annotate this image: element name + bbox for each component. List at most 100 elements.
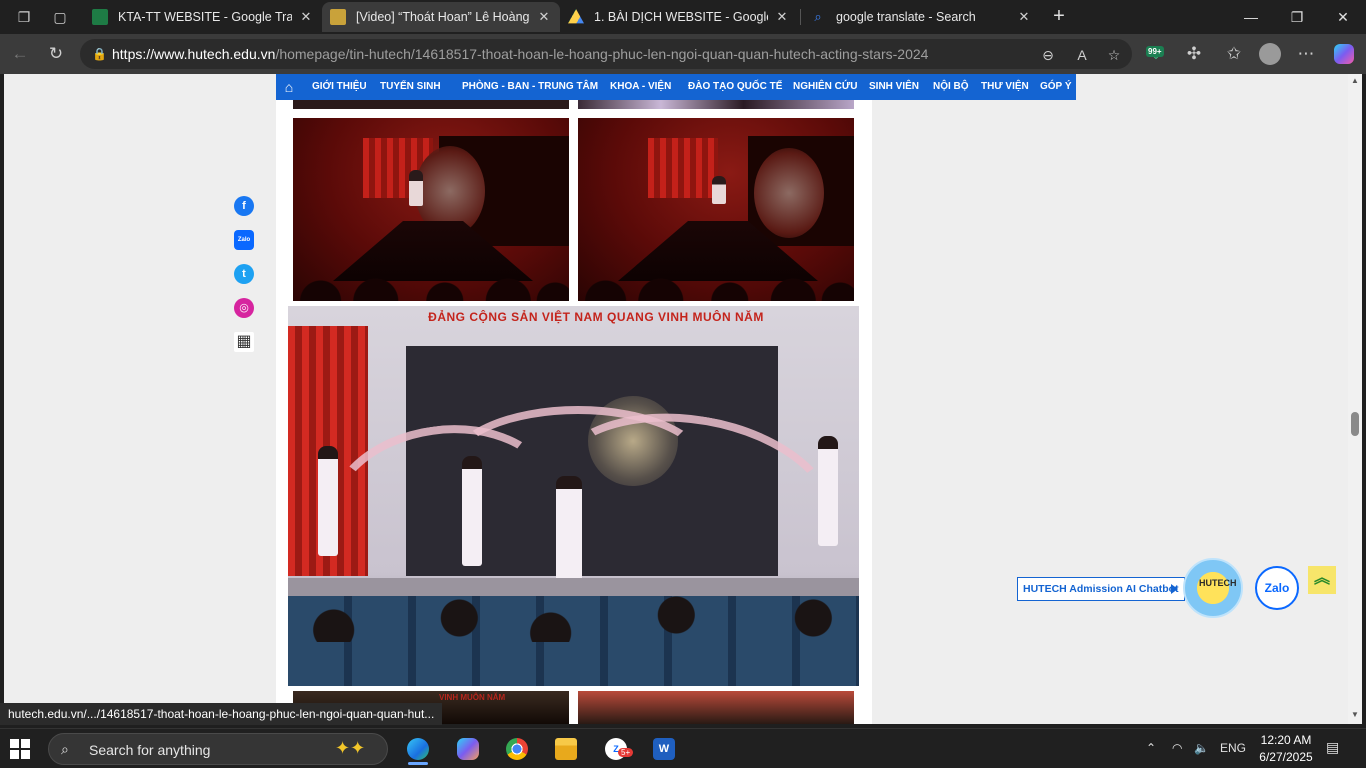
scroll-to-top-button[interactable]: ︽ <box>1308 566 1336 594</box>
profile-avatar-icon[interactable] <box>1256 40 1284 68</box>
scroll-up-arrow-icon[interactable]: ▲ <box>1350 76 1360 86</box>
page-scrollbar[interactable]: ▲ ▼ <box>1348 74 1362 724</box>
close-tab-icon[interactable]: ✕ <box>1016 9 1032 25</box>
nav-tuyen-sinh[interactable]: TUYỂN SINH <box>380 81 441 92</box>
input-language[interactable]: ENG <box>1220 741 1246 755</box>
copilot-taskbar-icon[interactable] <box>448 733 488 765</box>
volume-icon[interactable]: 🔈 <box>1194 741 1209 755</box>
nav-thu-vien[interactable]: THƯ VIỆN <box>981 81 1029 92</box>
zalo-share-icon[interactable]: Zalo <box>234 230 254 250</box>
nav-sinh-vien[interactable]: SINH VIÊN <box>869 81 919 92</box>
edge-taskbar-icon[interactable] <box>398 733 438 765</box>
close-window-button[interactable]: ✕ <box>1320 0 1366 34</box>
clock-date: 6/27/2025 <box>1259 750 1313 764</box>
nav-phong-ban-trung-tam[interactable]: PHÒNG - BAN - TRUNG TÂM <box>462 81 598 92</box>
nav-dao-tao-quoc-te[interactable]: ĐÀO TẠO QUỐC TẾ <box>688 81 782 92</box>
word-taskbar-icon[interactable]: W <box>644 733 684 765</box>
copilot-icon[interactable] <box>1330 40 1358 68</box>
site-main-nav: ⌂ GIỚI THIỆU TUYỂN SINH PHÒNG - BAN - TR… <box>276 74 1076 100</box>
wifi-icon[interactable]: ◠ <box>1172 741 1182 755</box>
photo-audience <box>293 267 569 301</box>
photo-dancer <box>462 456 482 566</box>
tab-kta-tt-website[interactable]: KTA-TT WEBSITE - Google Trang t ✕ <box>84 2 322 32</box>
article-photo-previous-right[interactable] <box>578 100 854 109</box>
tab-title: google translate - Search <box>836 10 976 24</box>
file-explorer-taskbar-icon[interactable] <box>546 733 586 765</box>
qr-code-icon[interactable]: ▦ <box>234 332 254 352</box>
tab-actions-icon[interactable]: ▢ <box>40 0 80 34</box>
photo-audience <box>578 267 854 301</box>
chrome-icon <box>506 738 528 760</box>
folder-icon <box>555 738 577 760</box>
back-button[interactable]: ← <box>6 40 34 68</box>
nav-khoa-vien[interactable]: KHOA - VIỆN <box>610 81 671 92</box>
status-link-preview: hutech.edu.vn/.../14618517-thoat-hoan-le… <box>0 703 443 725</box>
scroll-down-arrow-icon[interactable]: ▼ <box>1350 710 1360 720</box>
sheets-favicon-icon <box>92 9 108 25</box>
search-placeholder: Search for anything <box>89 742 211 758</box>
photo-audience <box>288 582 859 642</box>
favorites-icon[interactable]: ✩ <box>1220 40 1248 68</box>
article-photo-previous-left[interactable] <box>293 100 569 109</box>
browser-toolbar: ← ↻ 🔒 https://www.hutech.edu.vn/homepage… <box>0 34 1366 74</box>
zalo-notification-badge: 5+ <box>618 748 634 757</box>
chatbot-label[interactable]: HUTECH Admission AI Chatbot <box>1017 577 1185 601</box>
refresh-button[interactable]: ↻ <box>42 40 70 68</box>
zalo-taskbar-icon[interactable]: Z 5+ <box>596 733 636 765</box>
taskbar-clock[interactable]: 12:20 AM 6/27/2025 <box>1254 732 1318 766</box>
tab-video-thoat-hoan[interactable]: [Video] “Thoát Hoan” Lê Hoàng P ✕ <box>322 2 560 32</box>
restore-button[interactable]: ❐ <box>1274 0 1320 34</box>
tab-bai-dich-website[interactable]: 1. BÀI DỊCH WEBSITE - Google Dr ✕ <box>560 2 798 32</box>
article-photo-red-stage-1[interactable] <box>293 118 569 301</box>
zalo-chat-button[interactable]: Zalo <box>1255 566 1299 610</box>
tab-title: 1. BÀI DỊCH WEBSITE - Google Dr <box>594 10 768 24</box>
home-icon[interactable]: ⌂ <box>276 74 302 100</box>
more-menu-icon[interactable]: ⋯ <box>1292 40 1320 68</box>
tab-title: KTA-TT WEBSITE - Google Trang t <box>118 10 292 24</box>
edge-icon <box>407 738 429 760</box>
close-tab-icon[interactable]: ✕ <box>774 9 790 25</box>
tab-title: [Video] “Thoát Hoan” Lê Hoàng P <box>356 10 530 24</box>
chatbot-avatar-button[interactable]: HUTECH <box>1183 558 1243 618</box>
minimize-button[interactable]: — <box>1228 0 1274 34</box>
close-tab-icon[interactable]: ✕ <box>536 9 552 25</box>
copilot-app-icon <box>457 738 479 760</box>
photo-banner-text: VINH MUÔN NĂM <box>439 693 506 702</box>
photo-dancer <box>318 446 338 556</box>
facebook-share-icon[interactable]: f <box>234 196 254 216</box>
close-tab-icon[interactable]: ✕ <box>298 9 314 25</box>
photo-curtain <box>648 138 718 198</box>
article-photo-next-right[interactable] <box>578 691 854 724</box>
article-photo-silk-dance[interactable]: ĐẢNG CỘNG SẢN VIỆT NAM QUANG VINH MUÔN N… <box>288 306 859 686</box>
chatbot-face: HUTECH <box>1199 578 1237 588</box>
article-photo-red-stage-2[interactable] <box>578 118 854 301</box>
tray-overflow-chevron-icon[interactable]: ⌃ <box>1146 741 1156 755</box>
photo-performer <box>409 170 423 206</box>
zoom-icon[interactable]: ⊖ <box>1038 45 1058 65</box>
chrome-taskbar-icon[interactable] <box>497 733 537 765</box>
lock-icon[interactable]: 🔒 <box>92 47 112 61</box>
workspaces-icon[interactable]: ❐ <box>4 0 44 34</box>
taskbar-search-box[interactable]: ⌕ Search for anything ✦✦ <box>48 733 388 765</box>
notifications-icon[interactable]: ▤ <box>1326 739 1339 756</box>
nav-nghien-cuu[interactable]: NGHIÊN CỨU <box>793 81 857 92</box>
favorite-star-icon[interactable]: ☆ <box>1104 45 1124 65</box>
read-aloud-icon[interactable]: A <box>1072 45 1092 65</box>
tab-separator <box>800 9 801 25</box>
nav-gop-y[interactable]: GÓP Ý <box>1040 81 1072 92</box>
nav-gioi-thieu[interactable]: GIỚI THIỆU <box>312 81 367 92</box>
hutech-favicon-icon <box>330 9 346 25</box>
url-text[interactable]: https://www.hutech.edu.vn/homepage/tin-h… <box>112 46 1012 62</box>
twitter-share-icon[interactable]: t <box>234 264 254 284</box>
address-bar[interactable]: 🔒 https://www.hutech.edu.vn/homepage/tin… <box>80 39 1132 69</box>
new-tab-button[interactable]: + <box>1046 4 1072 30</box>
instagram-share-icon[interactable]: ◎ <box>234 298 254 318</box>
tab-google-translate-search[interactable]: ⌕ google translate - Search ✕ <box>802 2 1040 32</box>
scrollbar-thumb[interactable] <box>1351 412 1359 436</box>
extensions-puzzle-icon[interactable]: ✣ <box>1180 40 1208 68</box>
nav-noi-bo[interactable]: NỘI BỘ <box>933 81 969 92</box>
windows-start-icon[interactable] <box>10 739 30 759</box>
url-host: https://www.hutech.edu.vn <box>112 46 276 62</box>
clock-time: 12:20 AM <box>1260 733 1312 747</box>
windows-taskbar: ⌕ Search for anything ✦✦ Z 5+ W ⌃ ◠ 🔈 ENG… <box>0 728 1366 768</box>
